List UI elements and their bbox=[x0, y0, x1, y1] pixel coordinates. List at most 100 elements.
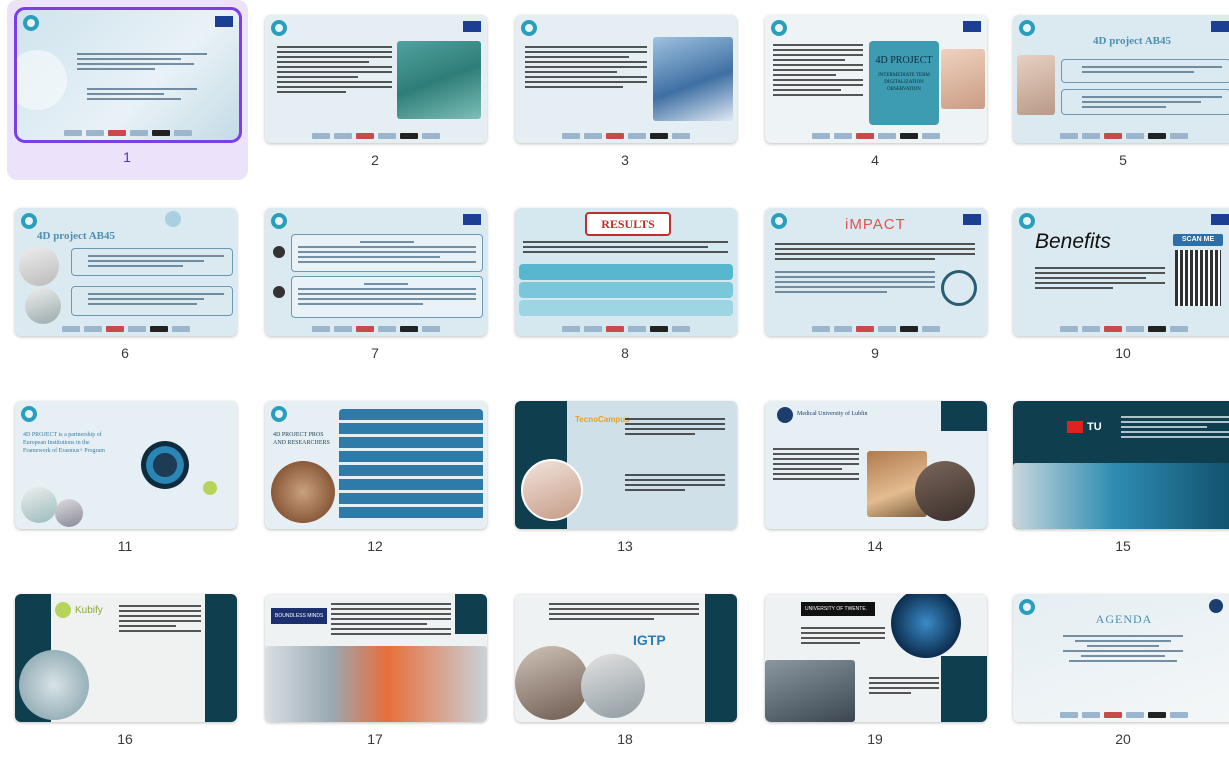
slide-14[interactable]: Medical University of Lublin 14 bbox=[755, 389, 995, 569]
doctor-photo bbox=[521, 459, 583, 521]
slide-thumbnail[interactable]: AGENDA bbox=[1013, 594, 1229, 722]
slide-number: 8 bbox=[621, 345, 629, 361]
slide-thumbnail[interactable] bbox=[265, 15, 487, 143]
slide-thumbnail[interactable]: 4D PROJECT PROS AND RESEARCHERS bbox=[265, 401, 487, 529]
kubify-logo-icon bbox=[203, 481, 217, 495]
slide-thumbnail[interactable]: Medical University of Lublin bbox=[765, 401, 987, 529]
slide-15[interactable]: TU 15 bbox=[1003, 389, 1229, 569]
slide-number: 14 bbox=[867, 538, 883, 554]
result-band bbox=[519, 282, 733, 298]
slide-thumbnail[interactable]: IGTP bbox=[515, 594, 737, 722]
slide-number: 7 bbox=[371, 345, 379, 361]
qr-code-icon bbox=[1175, 250, 1221, 306]
brand-label: BOUNDLESS MINDS bbox=[275, 613, 324, 619]
project-title-box: 4D PROJECT INTERMEDIATE TERM DIGITALIZAT… bbox=[869, 41, 939, 125]
slide-number: 17 bbox=[367, 731, 383, 747]
slide-thumbnail[interactable]: 4D project AB45 bbox=[15, 208, 237, 336]
project-subheading: INTERMEDIATE TERM DIGITALIZATION OBSERVA… bbox=[878, 73, 930, 92]
blocks-photo bbox=[1017, 55, 1055, 115]
partner-logos bbox=[1019, 324, 1229, 333]
body-text bbox=[775, 268, 935, 296]
slide-thumbnail[interactable]: TU bbox=[1013, 401, 1229, 529]
slide-2[interactable]: 2 bbox=[255, 3, 495, 183]
slide-7[interactable]: 7 bbox=[255, 196, 495, 376]
hands-photo bbox=[941, 49, 985, 109]
partner-logos bbox=[1019, 131, 1229, 140]
slide-number: 16 bbox=[117, 731, 133, 747]
slide-6[interactable]: 4D project AB45 6 bbox=[5, 196, 245, 376]
decorative-circle bbox=[17, 50, 67, 110]
app-logo-icon bbox=[771, 20, 787, 36]
slide-8[interactable]: RESULTS 8 bbox=[505, 196, 745, 376]
team-photo bbox=[915, 461, 975, 521]
slide-sorter-grid: 1 2 3 4D PROJECT INTERMEDIATE TERM DIGIT… bbox=[0, 0, 1229, 749]
slide-10[interactable]: Benefits SCAN ME 10 bbox=[1003, 196, 1229, 376]
eu-flag-icon bbox=[215, 16, 233, 27]
teal-corner bbox=[455, 594, 487, 634]
slide-17[interactable]: BOUNDLESS MINDS 17 bbox=[255, 582, 495, 762]
app-logo-icon bbox=[271, 406, 287, 422]
slide-number: 13 bbox=[617, 538, 633, 554]
body-text bbox=[119, 602, 201, 635]
app-logo-icon bbox=[271, 213, 287, 229]
slide-13[interactable]: TecnoCampus 13 bbox=[505, 389, 745, 569]
slide-thumbnail[interactable] bbox=[14, 7, 242, 143]
slide-9[interactable]: iMPACT 9 bbox=[755, 196, 995, 376]
title-text-block bbox=[77, 50, 207, 73]
slide-thumbnail[interactable]: Benefits SCAN ME bbox=[1013, 208, 1229, 336]
brand-label: IGTP bbox=[633, 632, 666, 648]
slide-thumbnail[interactable]: iMPACT bbox=[765, 208, 987, 336]
body-text bbox=[625, 471, 725, 494]
slide-number: 20 bbox=[1115, 731, 1131, 747]
slide-16[interactable]: Kubify 16 bbox=[5, 582, 245, 762]
results-banner: RESULTS bbox=[585, 212, 671, 236]
slide-thumbnail[interactable]: RESULTS bbox=[515, 208, 737, 336]
body-text bbox=[331, 600, 451, 638]
slide-20[interactable]: AGENDA 20 bbox=[1003, 582, 1229, 762]
slide-thumbnail[interactable]: UNIVERSITY OF TWENTE. bbox=[765, 594, 987, 722]
slide-heading: 4D project AB45 bbox=[37, 230, 116, 242]
partner-puzzle-graphic bbox=[141, 441, 189, 489]
intro-text bbox=[625, 415, 725, 438]
slide-number: 9 bbox=[871, 345, 879, 361]
slide-4[interactable]: 4D PROJECT INTERMEDIATE TERM DIGITALIZAT… bbox=[755, 3, 995, 183]
slide-thumbnail[interactable]: TecnoCampus bbox=[515, 401, 737, 529]
slide-thumbnail[interactable]: 4D project AB45 bbox=[1013, 15, 1229, 143]
app-logo-icon bbox=[521, 20, 537, 36]
body-text bbox=[869, 674, 939, 697]
point-box bbox=[71, 286, 233, 316]
body-text bbox=[773, 41, 863, 99]
body-text bbox=[1035, 264, 1165, 292]
slide-number: 10 bbox=[1115, 345, 1131, 361]
slide-11[interactable]: 4D PROJECT is a partnership of European … bbox=[5, 389, 245, 569]
slide-18[interactable]: IGTP 18 bbox=[505, 582, 745, 762]
eu-flag-icon bbox=[963, 214, 981, 225]
photo-circle bbox=[55, 499, 83, 527]
brand-label: TU bbox=[1067, 421, 1102, 433]
phone-photo bbox=[653, 37, 733, 121]
slide-3[interactable]: 3 bbox=[505, 3, 745, 183]
slide-5[interactable]: 4D project AB45 5 bbox=[1003, 3, 1229, 183]
slide-1[interactable]: 1 bbox=[7, 0, 248, 180]
slide-thumbnail[interactable] bbox=[265, 208, 487, 336]
text-box bbox=[291, 276, 483, 318]
meeting-photo bbox=[765, 660, 855, 722]
slide-number: 15 bbox=[1115, 538, 1131, 554]
quote-icon bbox=[273, 286, 285, 298]
slide-thumbnail[interactable] bbox=[515, 15, 737, 143]
coin-photo bbox=[19, 650, 89, 720]
slide-19[interactable]: UNIVERSITY OF TWENTE. 19 bbox=[755, 582, 995, 762]
slide-thumbnail[interactable]: 4D PROJECT is a partnership of European … bbox=[15, 401, 237, 529]
university-seal-icon bbox=[777, 407, 793, 423]
lab-photo bbox=[581, 654, 645, 718]
kubify-logo-icon bbox=[55, 602, 71, 618]
slide-thumbnail[interactable]: 4D PROJECT INTERMEDIATE TERM DIGITALIZAT… bbox=[765, 15, 987, 143]
app-logo-icon bbox=[1019, 213, 1035, 229]
brand-label: Kubify bbox=[75, 605, 103, 616]
slide-thumbnail[interactable]: Kubify bbox=[15, 594, 237, 722]
lecture-photo bbox=[265, 646, 487, 722]
network-graphic bbox=[891, 594, 961, 658]
slide-thumbnail[interactable]: BOUNDLESS MINDS bbox=[265, 594, 487, 722]
slide-12[interactable]: 4D PROJECT PROS AND RESEARCHERS 12 bbox=[255, 389, 495, 569]
photo-circle bbox=[21, 487, 57, 523]
